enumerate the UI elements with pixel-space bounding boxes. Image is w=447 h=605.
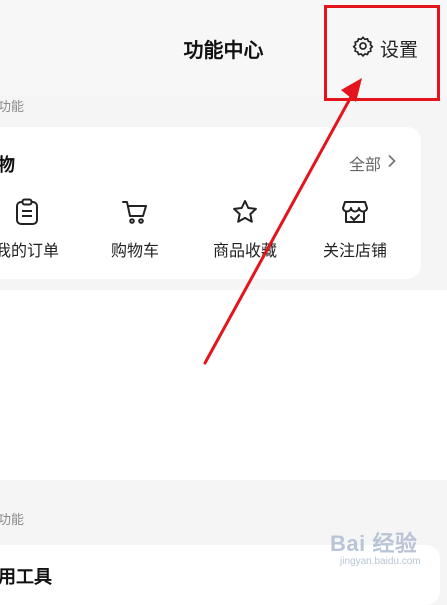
feature-favorites[interactable]: 商品收藏 [190,195,300,261]
baidu-watermark: Bai 经验 jingyan.baidu.com [330,522,442,578]
view-all-label: 全部 [349,157,382,174]
feature-followed-stores[interactable]: 关注店铺 [300,195,410,261]
watermark-text: Bai 经验 [330,531,418,556]
clipboard-icon [0,195,82,229]
feature-label: 关注店铺 [322,243,387,260]
cart-icon [80,195,190,229]
content-blank-area [0,290,447,480]
view-all-link[interactable]: 全部 [349,151,397,175]
card-title: 用工具 [0,567,52,587]
star-icon [190,195,300,229]
chevron-right-icon [387,154,397,173]
watermark-subtext: jingyan.baidu.com [340,556,421,567]
card-title: 物 [0,155,15,175]
feature-my-orders[interactable]: 我的订单 [0,195,82,261]
section-label: 功能 [0,99,25,114]
store-icon [300,195,410,229]
annotation-highlight-box [324,5,440,101]
feature-label: 商品收藏 [212,243,277,260]
feature-label: 购物车 [110,243,159,260]
feature-label: 我的订单 [0,243,59,260]
feature-cart[interactable]: 购物车 [80,195,190,261]
section-label: 功能 [0,512,25,527]
